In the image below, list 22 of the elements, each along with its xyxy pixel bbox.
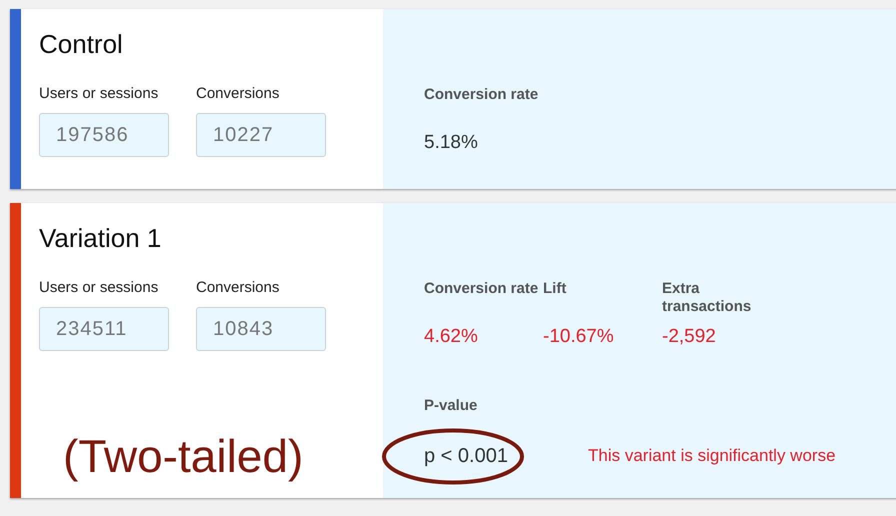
- field-label: Users or sessions: [39, 279, 160, 297]
- input-field[interactable]: 197586: [39, 113, 169, 157]
- metric-label: Lift: [543, 280, 568, 299]
- annotation-text: (Two-tailed): [62, 429, 304, 484]
- metric-label: Conversion rate: [424, 280, 539, 299]
- variant-title: Control: [39, 29, 124, 59]
- verdict-text: This variant is significantly worse: [588, 445, 836, 467]
- input-field[interactable]: 234511: [39, 307, 169, 351]
- metric-value: 5.18%: [424, 132, 479, 154]
- metric-value: -10.67%: [543, 326, 615, 348]
- metric-label: Conversion rate: [424, 86, 539, 105]
- field-label: Conversions: [196, 85, 280, 103]
- field-label: Users or sessions: [39, 85, 160, 103]
- metric-label: Extra transactions: [662, 280, 752, 316]
- p-value: p < 0.001: [424, 445, 508, 467]
- input-field[interactable]: 10843: [196, 307, 326, 351]
- metric-value: 4.62%: [424, 326, 479, 348]
- variant-title: Variation 1: [39, 223, 162, 253]
- field-label: Conversions: [196, 279, 280, 297]
- metric-value: -2,592: [662, 326, 717, 348]
- p-value-label: P-value: [424, 397, 478, 415]
- input-field[interactable]: 10227: [196, 113, 326, 157]
